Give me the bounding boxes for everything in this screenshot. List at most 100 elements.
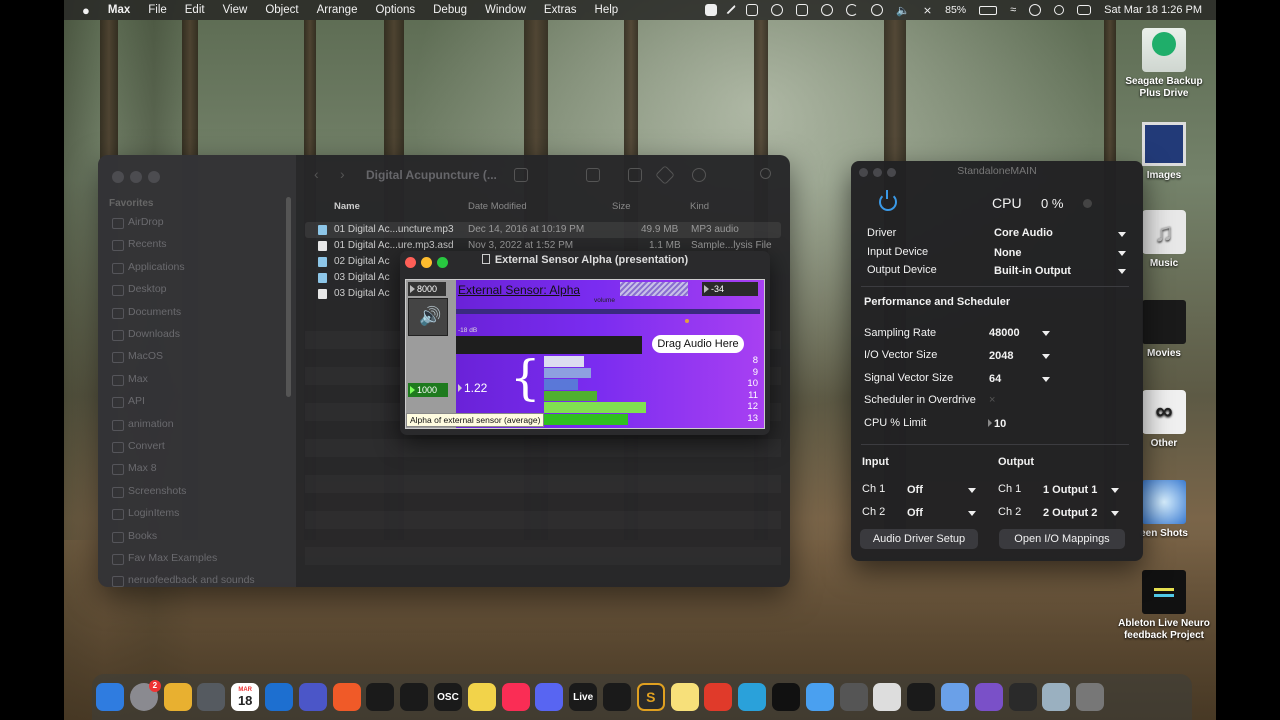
sidebar-item-airdrop[interactable]: AirDrop — [112, 216, 164, 229]
sidebar-item-downloads[interactable]: Downloads — [112, 328, 180, 341]
power-icon[interactable] — [879, 190, 897, 211]
sidebar-scrollbar[interactable] — [286, 197, 291, 397]
chevron-down-icon[interactable] — [1042, 331, 1050, 336]
sidebar-item-applications[interactable]: Applications — [112, 261, 185, 274]
cpu-limit-number[interactable]: 10 — [988, 418, 1006, 430]
stickies-icon[interactable] — [670, 683, 699, 711]
search-icon[interactable] — [760, 168, 771, 179]
column-name[interactable]: Name — [334, 201, 360, 212]
chevron-down-icon[interactable] — [968, 511, 976, 516]
info-icon[interactable] — [871, 4, 884, 16]
preview-icon[interactable] — [940, 683, 969, 711]
menu-arrange[interactable]: Arrange — [317, 4, 358, 16]
menu-edit[interactable]: Edit — [185, 4, 205, 16]
menu-app-max[interactable]: Max — [108, 4, 130, 16]
telegram-icon[interactable] — [738, 683, 767, 711]
sampling-rate-select[interactable]: 48000 — [989, 327, 1020, 339]
forward-icon[interactable]: › — [340, 166, 345, 182]
volume-slider[interactable] — [620, 282, 688, 296]
audio-drop-area[interactable] — [456, 336, 642, 354]
sidebar-item-convert[interactable]: Convert — [112, 440, 165, 453]
notes-icon[interactable] — [467, 683, 496, 711]
b-icon[interactable] — [705, 4, 718, 16]
coda-icon[interactable] — [839, 683, 868, 711]
time-machine-icon[interactable] — [1029, 4, 1042, 16]
output-ch2-select[interactable]: 2 Output 2 — [1043, 507, 1097, 519]
sidebar-item-neurofeedback[interactable]: neruofeedback and sounds — [112, 574, 255, 587]
sidebar-item-fav-max-examples[interactable]: Fav Max Examples — [111, 552, 217, 565]
sidebar-item-recents[interactable]: Recents — [112, 238, 167, 251]
drag-audio-button[interactable]: Drag Audio Here — [652, 335, 744, 353]
column-size[interactable]: Size — [612, 201, 630, 212]
output-ch1-select[interactable]: 1 Output 1 — [1043, 484, 1097, 496]
sidebar-item-books[interactable]: Books — [111, 530, 157, 543]
sidebar-item-max-8[interactable]: Max 8 — [112, 462, 157, 475]
minimize-button[interactable] — [130, 171, 142, 183]
tag-icon[interactable] — [655, 165, 675, 185]
circle-icon[interactable] — [771, 4, 784, 16]
input-device-select[interactable]: None — [994, 247, 1022, 259]
file-row[interactable]: 01 Digital Ac...uncture.mp3 Dec 14, 2016… — [305, 222, 781, 238]
calendar-icon[interactable]: MAR 18 — [231, 683, 260, 711]
app-n2-icon[interactable] — [400, 683, 429, 711]
x-box-icon[interactable] — [796, 4, 809, 16]
teams-icon[interactable] — [298, 683, 327, 711]
more-actions-icon[interactable] — [692, 168, 706, 182]
launchpad-icon[interactable] — [163, 683, 192, 711]
menu-window[interactable]: Window — [485, 4, 526, 16]
play-icon[interactable] — [821, 4, 834, 16]
menu-file[interactable]: File — [148, 4, 167, 16]
back-icon[interactable]: ‹ — [314, 166, 319, 182]
finder-icon[interactable] — [96, 683, 124, 711]
sidebar-item-animation[interactable]: animation — [112, 418, 174, 431]
signal-vector-select[interactable]: 64 — [989, 373, 1001, 385]
music-icon[interactable] — [501, 683, 530, 711]
sidebar-item-api[interactable]: API — [112, 395, 145, 408]
desktop-icon-ableton-project[interactable]: Ableton Live Neuro feedback Project — [1117, 570, 1211, 642]
safari-icon[interactable] — [805, 683, 834, 711]
menu-debug[interactable]: Debug — [433, 4, 467, 16]
input-ch1-select[interactable]: Off — [907, 484, 923, 496]
outlook-icon[interactable] — [264, 683, 293, 711]
speaker-button[interactable]: 🔊 — [408, 298, 448, 336]
average-value[interactable]: 1.22 — [458, 381, 487, 395]
downloads-icon[interactable] — [1042, 683, 1071, 711]
sidebar-item-loginitems[interactable]: LoginItems — [111, 507, 179, 520]
app-n-icon[interactable] — [366, 683, 395, 711]
max-icon[interactable] — [602, 683, 631, 711]
menu-help[interactable]: Help — [595, 4, 619, 16]
io-vector-select[interactable]: 2048 — [989, 350, 1013, 362]
driver-select[interactable]: Core Audio — [994, 227, 1053, 239]
menu-view[interactable]: View — [223, 4, 248, 16]
chevron-down-icon[interactable] — [1118, 232, 1126, 237]
terminal-icon[interactable] — [771, 683, 800, 711]
chevron-down-icon[interactable] — [1042, 377, 1050, 382]
zoom-button[interactable] — [148, 171, 160, 183]
brave-icon[interactable] — [332, 683, 361, 711]
script-editor-icon[interactable] — [873, 683, 902, 711]
battery-icon[interactable] — [979, 5, 998, 15]
menu-options[interactable]: Options — [375, 4, 415, 16]
photoslate-icon[interactable] — [974, 683, 1003, 711]
apple-menu-icon[interactable]: ● — [82, 3, 90, 18]
mission-control-icon[interactable] — [197, 683, 226, 711]
column-date-modified[interactable]: Date Modified — [468, 201, 527, 212]
pen-icon[interactable] — [726, 4, 737, 16]
input-ch2-select[interactable]: Off — [907, 507, 923, 519]
sidebar-item-screenshots[interactable]: Screenshots — [111, 485, 186, 498]
chevron-down-icon[interactable] — [1118, 251, 1126, 256]
output-device-select[interactable]: Built-in Output — [994, 265, 1071, 277]
menu-extras[interactable]: Extras — [544, 4, 577, 16]
share-icon[interactable] — [628, 168, 642, 182]
min-number-box[interactable]: 1000 — [408, 383, 448, 397]
sidebar-item-max[interactable]: Max — [112, 373, 148, 386]
notification-icon[interactable] — [746, 4, 759, 16]
spotlight-icon[interactable] — [1054, 5, 1065, 15]
audio-driver-setup-button[interactable]: Audio Driver Setup — [860, 529, 978, 549]
sidebar-item-macos[interactable]: MacOS — [111, 350, 163, 363]
max-number-box[interactable]: 8000 — [408, 282, 446, 296]
ableton-live-icon[interactable]: Live — [569, 683, 598, 711]
volume-number-box[interactable]: -34 — [702, 282, 758, 296]
chevron-down-icon[interactable] — [968, 488, 976, 493]
close-button[interactable] — [112, 171, 124, 183]
